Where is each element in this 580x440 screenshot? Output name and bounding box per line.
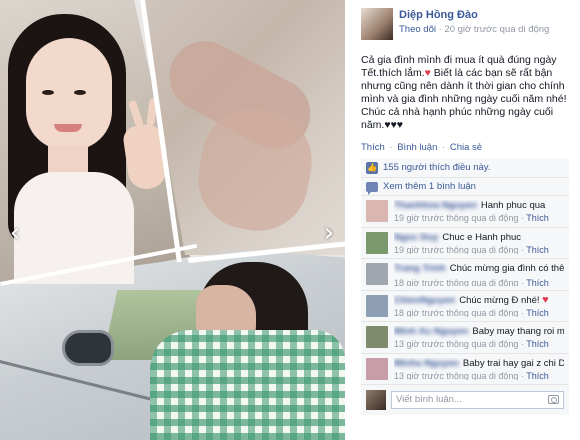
comment-meta: 18 giờ trước thông qua di động · Thích (394, 307, 549, 318)
separator: · (442, 142, 446, 153)
avatar[interactable] (366, 294, 388, 317)
photo-eye-right (74, 90, 86, 95)
write-comment-row: Viết bình luận... (361, 385, 569, 415)
post-sidebar: Diệp Hồng Đào Theo dõi · 20 giờ trước qu… (345, 0, 580, 440)
author-name-link[interactable]: Diệp Hồng Đào (399, 9, 549, 21)
photo-viewer: ‹ › (0, 0, 345, 440)
commenter-name-link[interactable]: Minh Xu Nguyen (394, 326, 468, 338)
comment-text: Hanh phuc qua (480, 200, 546, 211)
likes-summary: 👍 155 người thích điều này. (361, 158, 569, 178)
like-link[interactable]: Thích (361, 142, 385, 153)
post-author-info: Diệp Hồng Đào Theo dõi · 20 giờ trước qu… (399, 8, 549, 35)
comment-placeholder: Viết bình luận... (396, 394, 462, 405)
avatar (366, 390, 386, 410)
comment-timestamp: 18 giờ trước thông qua di động · (394, 307, 524, 318)
photo-man-shirt (150, 330, 345, 440)
comment-meta: 13 giờ trước thông qua di động · Thích (394, 338, 564, 349)
separator: · (389, 142, 393, 153)
avatar[interactable] (366, 263, 388, 285)
avatar[interactable] (366, 357, 388, 380)
comment-item: Trang TrinhChúc mừng gia đình có thêm th… (361, 259, 569, 291)
comment-body: Trang TrinhChúc mừng gia đình có thêm th… (394, 263, 564, 286)
comment-link[interactable]: Bình luận (397, 142, 437, 153)
comment-body: Thanhhoa Nguyen Hanh phuc qua 19 giờ trước… (394, 200, 549, 223)
comment-like-link[interactable]: Thích (526, 339, 549, 349)
thumbs-up-icon: 👍 (366, 161, 378, 174)
comment-timestamp: 19 giờ trước thông qua di động · (394, 244, 524, 255)
commenter-name-link[interactable]: Ngoc Duy (394, 232, 438, 244)
comment-timestamp: 18 giờ trước thông qua di động · (394, 278, 524, 286)
comment-text: Baby may thang roi m..?? (472, 326, 564, 337)
comment-like-link[interactable]: Thích (526, 371, 549, 381)
post-meta: Theo dõi · 20 giờ trước qua di động (399, 24, 549, 35)
heart-icon: ♥ (424, 67, 431, 79)
post-actions: Thích · Bình luận · Chia sẻ (361, 142, 570, 153)
share-link[interactable]: Chia sẻ (450, 142, 482, 153)
comment-list: Thanhhoa Nguyen Hanh phuc qua 19 giờ trước… (361, 196, 569, 385)
commenter-name-link[interactable]: ChienNguyen (394, 295, 455, 307)
comment-meta: 19 giờ trước thông qua di động · Thích (394, 244, 549, 255)
comment-item: ChienNguyen Chúc mừng Đ nhé! ♥ 18 giờ trướ… (361, 291, 569, 322)
comment-meta: 19 giờ trước thông qua di động · Thích (394, 212, 549, 223)
avatar[interactable] (366, 200, 388, 222)
comment-item: Ngoc Duy Chuc e Hanh phuc 19 giờ trước thô… (361, 228, 569, 259)
comment-text: Chúc mừng Đ nhé! (459, 294, 540, 306)
comment-text: Chuc e Hanh phuc (442, 231, 522, 243)
photo-collage (0, 0, 345, 440)
chevron-right-icon[interactable]: › (318, 218, 340, 248)
comment-text: Chúc mừng gia đình có thêm thành viên (449, 263, 564, 274)
photo-mouth (54, 124, 82, 132)
post-header: Diệp Hồng Đào Theo dõi · 20 giờ trước qu… (361, 8, 570, 44)
photo-eye-left (42, 90, 54, 95)
comment-like-link[interactable]: Thích (526, 245, 549, 255)
comment-like-link[interactable]: Thích (526, 278, 549, 286)
comment-like-link[interactable]: Thích (526, 308, 549, 318)
photo-car-mirror (62, 330, 114, 366)
likes-count-link[interactable]: 155 người thích điều này. (383, 162, 490, 173)
comment-body: ChienNguyen Chúc mừng Đ nhé! ♥ 18 giờ trướ… (394, 295, 549, 318)
comment-input[interactable]: Viết bình luận... (391, 391, 564, 409)
comment-meta: 18 giờ trước thông qua di động · Thích (394, 277, 564, 286)
comment-body: Minh Xu NguyenBaby may thang roi m..??13… (394, 326, 564, 349)
more-comments[interactable]: Xem thêm 1 bình luận (361, 178, 569, 196)
camera-icon[interactable] (548, 395, 559, 404)
commenter-name-link[interactable]: Minha Nguyen (394, 358, 459, 370)
post-timestamp: · 20 giờ trước qua di động (438, 24, 550, 35)
speech-bubble-icon (366, 181, 378, 195)
comment-timestamp: 19 giờ trước thông qua di động · (394, 213, 524, 223)
comment-meta: 13 giờ trước thông qua di động · Thích (394, 370, 564, 381)
avatar[interactable] (366, 231, 388, 254)
comment-item: Thanhhoa Nguyen Hanh phuc qua 19 giờ trước… (361, 196, 569, 228)
comment-body: Minha NguyenBaby trai hay gai z chi Dao?… (394, 358, 564, 381)
chevron-left-icon[interactable]: ‹ (4, 218, 26, 248)
more-comments-link[interactable]: Xem thêm 1 bình luận (383, 181, 476, 192)
heart-icon: ♥ (542, 294, 549, 306)
comments-feed: 👍 155 người thích điều này. Xem thêm 1 b… (361, 158, 569, 415)
follow-link[interactable]: Theo dõi (399, 24, 436, 35)
avatar[interactable] (366, 326, 388, 348)
post-caption: Cả gia đình mình đi mua ít quà đúng ngày… (361, 54, 569, 132)
comment-item: Minha NguyenBaby trai hay gai z chi Dao?… (361, 354, 569, 385)
comment-like-link[interactable]: Thích (526, 213, 549, 223)
photo-face (26, 38, 112, 150)
avatar[interactable] (361, 8, 393, 40)
comment-text: Baby trai hay gai z chi Dao? (462, 357, 564, 369)
commenter-name-link[interactable]: Trang Trinh (394, 263, 446, 275)
comment-body: Ngoc Duy Chuc e Hanh phuc 19 giờ trước thô… (394, 232, 549, 255)
commenter-name-link[interactable]: Thanhhoa Nguyen (394, 200, 477, 212)
comment-timestamp: 13 giờ trước thông qua di động · (394, 370, 524, 381)
comment-item: Minh Xu NguyenBaby may thang roi m..??13… (361, 322, 569, 354)
comment-timestamp: 13 giờ trước thông qua di động · (394, 339, 524, 349)
